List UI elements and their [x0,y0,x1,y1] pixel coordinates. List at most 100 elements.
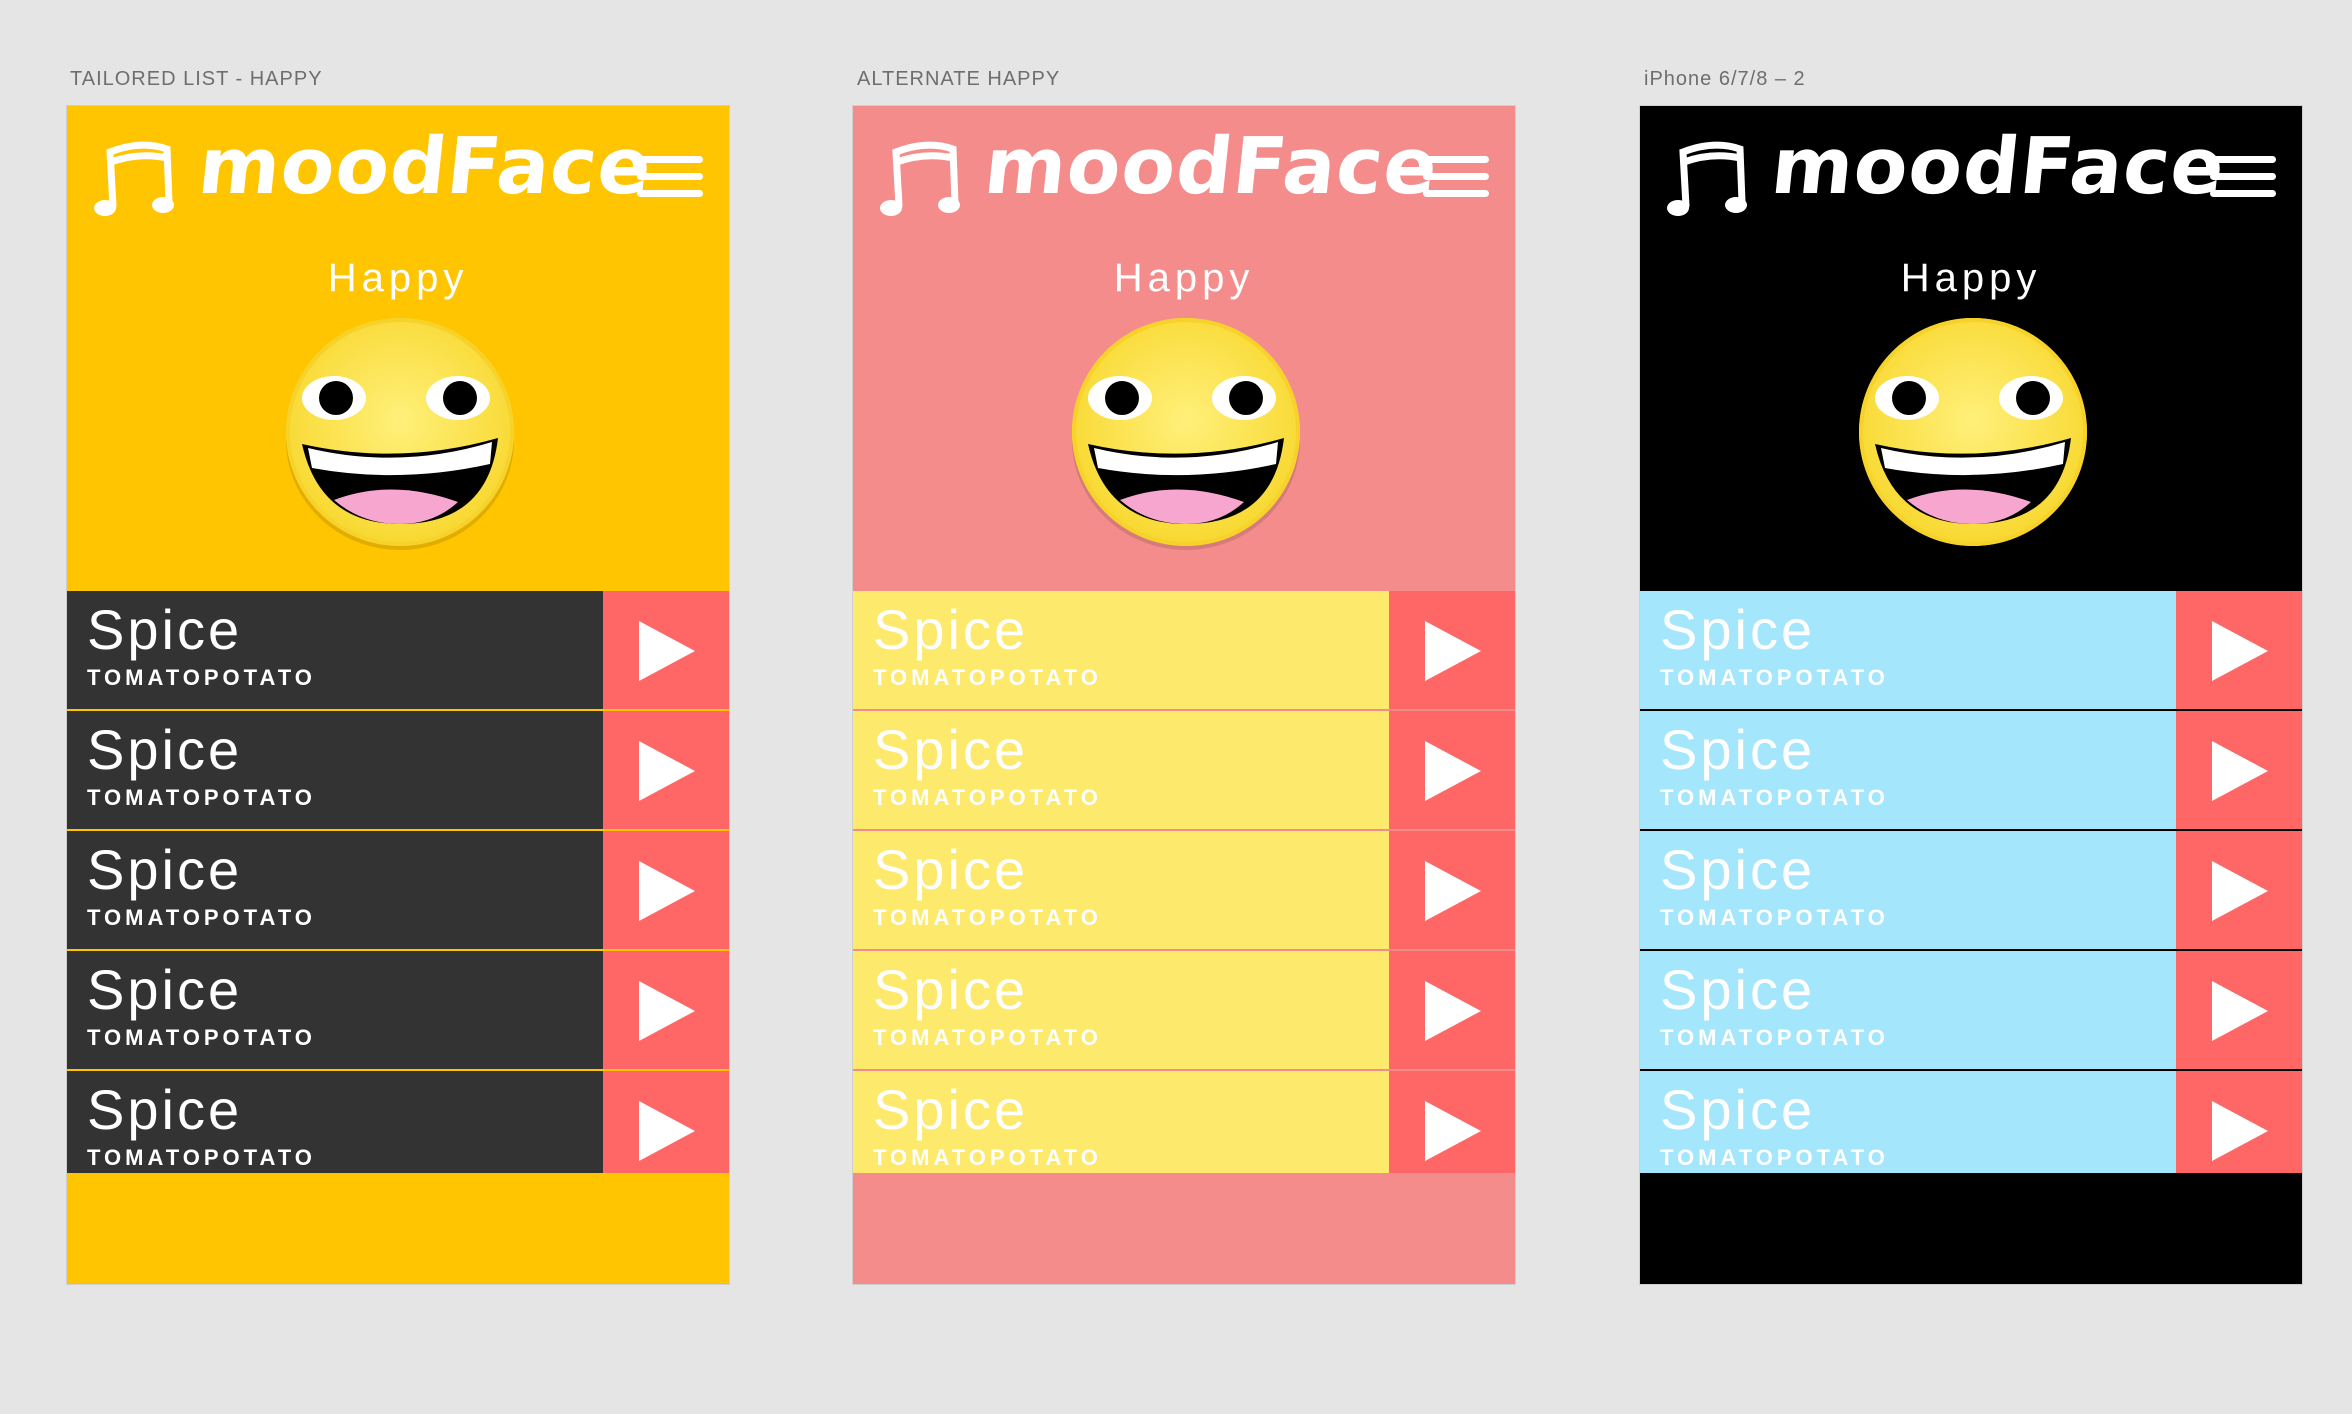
play-button[interactable] [1389,711,1515,829]
song-list: Spice TOMATOPOTATO Spice TOMATOPOTATO Spic… [67,591,729,1273]
song-list: Spice TOMATOPOTATO Spice TOMATOPOTATO Spic… [853,591,1515,1273]
play-icon [2212,621,2268,681]
artboard-alternate-happy: moodFace Happy Spice TOMATOPOTATO Spice TO… [852,105,1516,1285]
song-artist: TOMATOPOTATO [87,905,316,930]
app-logo-text: moodFace [1767,122,2230,212]
mood-label: Happy [327,256,469,300]
song-title: Spice [873,1078,1029,1141]
play-icon [1425,1101,1481,1161]
play-icon [2212,981,2268,1041]
play-icon [639,741,695,801]
song-row[interactable]: Spice TOMATOPOTATO [853,951,1515,1071]
header: moodFace Happy [67,106,729,591]
footer-bar [853,1173,1515,1284]
music-note-icon [877,134,967,229]
play-button[interactable] [2176,1071,2302,1189]
music-note-icon [1664,134,1754,229]
song-artist: TOMATOPOTATO [873,665,1102,690]
song-artist: TOMATOPOTATO [1660,1025,1889,1050]
play-icon [1425,621,1481,681]
song-title: Spice [1660,598,1816,661]
play-button[interactable] [1389,951,1515,1069]
song-row[interactable]: Spice TOMATOPOTATO [853,591,1515,711]
artboard-tailored-list-happy: moodFace Happy Spice TOMATOPOTATO Spice TO… [66,105,730,1285]
song-list: Spice TOMATOPOTATO Spice TOMATOPOTATO Spic… [1640,591,2302,1273]
mood-label: Happy [1113,256,1255,300]
hamburger-menu-icon[interactable] [2210,156,2276,198]
play-button[interactable] [2176,951,2302,1069]
play-icon [639,861,695,921]
song-artist: TOMATOPOTATO [1660,905,1889,930]
song-row[interactable]: Spice TOMATOPOTATO [853,711,1515,831]
song-row[interactable]: Spice TOMATOPOTATO [1640,951,2302,1071]
artboard-iphone-6-7-8-2: moodFace Happy Spice TOMATOPOTATO Spice TO… [1639,105,2303,1285]
song-artist: TOMATOPOTATO [873,905,1102,930]
song-row[interactable]: Spice TOMATOPOTATO [1640,591,2302,711]
artboard-label: TAILORED LIST - HAPPY [70,68,323,90]
footer-bar [67,1173,729,1284]
play-button[interactable] [603,951,729,1069]
play-icon [639,981,695,1041]
song-title: Spice [87,838,243,901]
play-icon [2212,861,2268,921]
play-button[interactable] [603,1071,729,1189]
play-icon [1425,741,1481,801]
song-artist: TOMATOPOTATO [87,785,316,810]
play-icon [1425,981,1481,1041]
song-artist: TOMATOPOTATO [873,1025,1102,1050]
play-button[interactable] [1389,591,1515,709]
song-artist: TOMATOPOTATO [873,785,1102,810]
song-artist: TOMATOPOTATO [1660,1145,1889,1170]
play-button[interactable] [2176,831,2302,949]
play-button[interactable] [2176,591,2302,709]
happy-face-icon [282,316,518,557]
song-title: Spice [1660,838,1816,901]
song-row[interactable]: Spice TOMATOPOTATO [853,831,1515,951]
song-title: Spice [873,958,1029,1021]
play-button[interactable] [603,591,729,709]
play-button[interactable] [603,711,729,829]
artboard-label: ALTERNATE HAPPY [857,68,1061,90]
happy-face-icon [1068,316,1304,557]
song-artist: TOMATOPOTATO [873,1145,1102,1170]
play-icon [639,621,695,681]
play-icon [639,1101,695,1161]
song-title: Spice [1660,958,1816,1021]
mood-label: Happy [1900,256,2042,300]
play-icon [2212,741,2268,801]
song-title: Spice [87,1078,243,1141]
song-artist: TOMATOPOTATO [1660,665,1889,690]
song-artist: TOMATOPOTATO [87,1025,316,1050]
play-icon [2212,1101,2268,1161]
song-title: Spice [87,718,243,781]
song-title: Spice [87,598,243,661]
song-row[interactable]: Spice TOMATOPOTATO [67,591,729,711]
song-title: Spice [1660,718,1816,781]
footer-bar [1640,1173,2302,1284]
app-logo-text: moodFace [194,122,657,212]
song-row[interactable]: Spice TOMATOPOTATO [67,711,729,831]
play-button[interactable] [1389,1071,1515,1189]
song-row[interactable]: Spice TOMATOPOTATO [1640,831,2302,951]
song-title: Spice [873,838,1029,901]
play-icon [1425,861,1481,921]
song-row[interactable]: Spice TOMATOPOTATO [1640,711,2302,831]
header: moodFace Happy [1640,106,2302,591]
app-logo-text: moodFace [980,122,1443,212]
play-button[interactable] [603,831,729,949]
happy-face-icon [1855,316,2091,557]
song-row[interactable]: Spice TOMATOPOTATO [67,831,729,951]
play-button[interactable] [1389,831,1515,949]
artboard-label: iPhone 6/7/8 – 2 [1644,68,1806,90]
song-title: Spice [873,718,1029,781]
song-row[interactable]: Spice TOMATOPOTATO [67,951,729,1071]
header: moodFace Happy [853,106,1515,591]
song-artist: TOMATOPOTATO [87,665,316,690]
play-button[interactable] [2176,711,2302,829]
hamburger-menu-icon[interactable] [1423,156,1489,198]
hamburger-menu-icon[interactable] [637,156,703,198]
music-note-icon [91,134,181,229]
song-artist: TOMATOPOTATO [1660,785,1889,810]
song-title: Spice [1660,1078,1816,1141]
song-title: Spice [87,958,243,1021]
